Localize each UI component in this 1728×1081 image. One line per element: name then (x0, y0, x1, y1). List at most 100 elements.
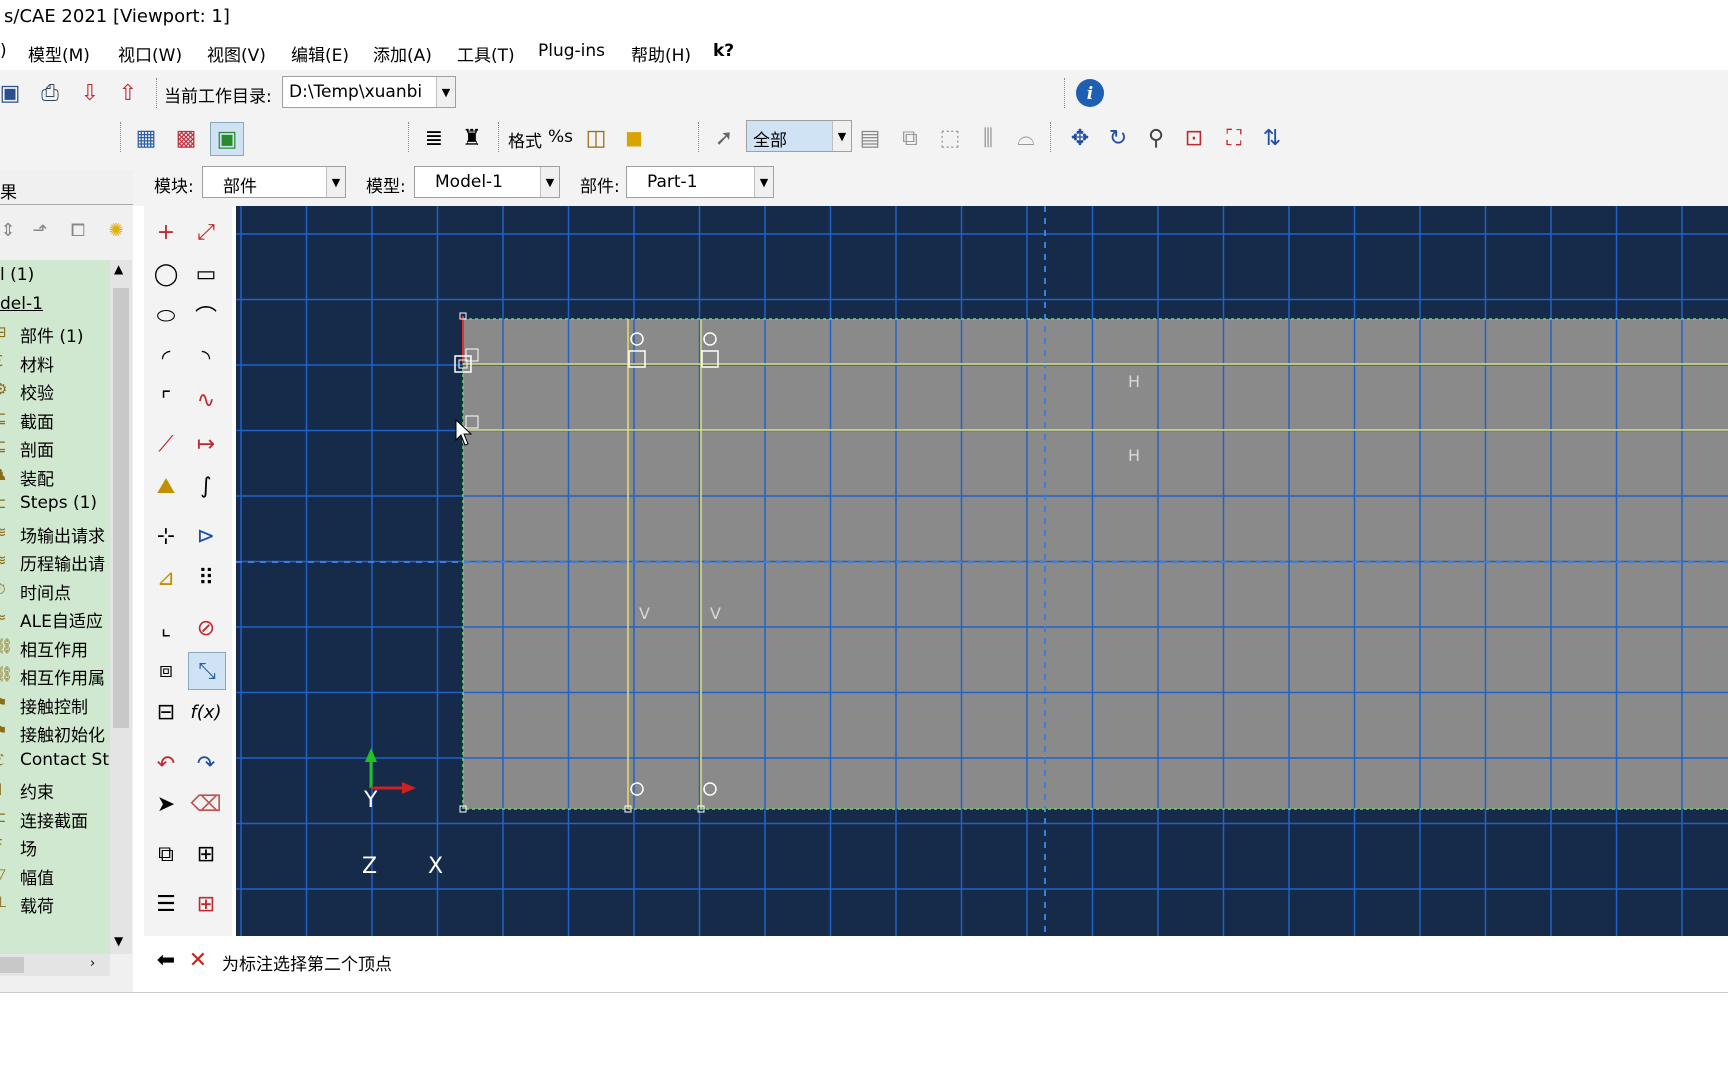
arc-tangent-icon[interactable]: ⌒ (188, 298, 224, 334)
tree-up-icon[interactable]: ⬏ (24, 214, 56, 246)
tree-item[interactable]: ⚙ 校验 (0, 376, 110, 406)
select-lasso-icon[interactable]: ⌓ (1010, 122, 1042, 154)
tree-item[interactable]: ⚑ 接触控制 (0, 690, 110, 720)
select-arrow-icon[interactable]: ➚ (708, 122, 740, 154)
dimension-icon[interactable]: ↦ (188, 426, 224, 462)
tree-item[interactable]: ≋ 场输出请求 (0, 519, 110, 549)
tree-item[interactable]: ⊥ 载荷 (0, 889, 110, 919)
tree-item[interactable]: ⊏ 连接截面 (0, 804, 110, 834)
edit-dimension-icon[interactable]: ⤡ (188, 652, 226, 690)
spline-icon[interactable]: ∿ (188, 382, 224, 418)
select-from-icon[interactable]: ▤ (854, 122, 886, 154)
select-crossing-icon[interactable]: ⫼ (972, 122, 1004, 154)
connected-lines-icon[interactable]: ⤢ (188, 214, 224, 250)
tree-item[interactable]: ⊑ 剖面 (0, 433, 110, 463)
sketch-grid[interactable] (236, 206, 1728, 936)
wireframe-icon[interactable]: ▦ (130, 122, 162, 154)
rectangle-icon[interactable]: ▭ (188, 256, 224, 292)
scroll-thumb[interactable] (0, 957, 24, 973)
pointer-icon[interactable]: ➤ (148, 786, 184, 822)
arc-center-icon[interactable]: ◜ (148, 340, 184, 376)
set-sketch-plane-icon[interactable]: ⊿ (148, 560, 184, 596)
zoom-icon[interactable]: ⚲ (1140, 122, 1172, 154)
redo-icon[interactable]: ↷ (188, 746, 224, 782)
offset-curve-icon[interactable]: ∫ (188, 468, 224, 504)
fillet-icon[interactable]: ⌜ (148, 382, 184, 418)
tree-vertical-scrollbar[interactable]: ▲ ▼ (110, 260, 132, 954)
tree-item[interactable]: ≋ 历程输出请 (0, 547, 110, 577)
parameter-function-icon[interactable]: f(x) (188, 694, 224, 730)
back-arrow-icon[interactable]: ⬅ (150, 944, 182, 976)
print-icon[interactable]: ⎙ (34, 77, 66, 109)
arc-three-point-icon[interactable]: ◝ (188, 340, 224, 376)
menu-item-plugins[interactable]: Plug-ins (538, 41, 605, 61)
hidden-line-icon[interactable]: ▩ (170, 122, 202, 154)
menu-item-view[interactable]: 视图(V) (207, 41, 266, 66)
model-combo[interactable]: Model-1 ▼ (414, 166, 560, 198)
eraser-icon[interactable]: ⌫ (188, 786, 224, 822)
shaded-icon[interactable]: ▣ (210, 122, 244, 156)
save-icon[interactable]: ▣ (0, 77, 26, 109)
tree-item[interactable]: ℭ Contact St (0, 747, 110, 777)
rotate-icon[interactable]: ↻ (1102, 122, 1134, 154)
viewport-canvas[interactable]: H H V V Y Z X (236, 206, 1728, 936)
chevron-down-icon[interactable]: ▼ (114, 934, 123, 948)
select-through-icon[interactable]: ⧉ (894, 122, 926, 154)
tree-item[interactable]: ⛓ 相互作用 (0, 633, 110, 663)
ellipse-icon[interactable]: ⬭ (148, 298, 184, 334)
grid-points-icon[interactable]: ⠿ (188, 560, 224, 596)
tree-item[interactable]: ⛓ 相互作用属 (0, 661, 110, 691)
menu-item-edit[interactable]: 编辑(E) (291, 41, 349, 66)
tree-item[interactable]: ≈ ALE自适应 (0, 604, 110, 634)
lightbulb-icon[interactable]: ✺ (100, 214, 132, 246)
tree-item[interactable]: ▽ 幅值 (0, 861, 110, 891)
open-sketch-icon[interactable]: ⧉ (148, 836, 184, 872)
menu-item-help[interactable]: 帮助(H) (631, 41, 691, 66)
box-view-icon[interactable]: ◫ (580, 122, 612, 154)
solid-box-icon[interactable]: ◼ (618, 122, 650, 154)
tree-filter-icon[interactable]: ⧠ (62, 214, 94, 246)
circle-icon[interactable]: ◯ (148, 256, 184, 292)
tree-item[interactable]: ⊏ Steps (1) (0, 490, 110, 520)
project-edges-icon[interactable]: ⛰ (148, 468, 184, 504)
tree-item[interactable]: ⏱ 时间点 (0, 576, 110, 606)
linear-pattern-icon[interactable]: ⌞ (148, 610, 184, 646)
tree-item[interactable]: ♟ 装配 (0, 462, 110, 492)
info-button[interactable]: i (1074, 77, 1106, 109)
view-manager-icon[interactable]: ≣ (418, 122, 450, 154)
menu-item-file[interactable]: ) (0, 41, 7, 61)
tree-item[interactable]: ⚑ 接触初始化 (0, 718, 110, 748)
tree-item[interactable]: ⊟ 部件 (1) (0, 319, 110, 349)
import-icon[interactable]: ⇧ (112, 77, 144, 109)
isolated-point-icon[interactable]: + (148, 214, 184, 250)
radial-pattern-icon[interactable]: ⊘ (188, 610, 224, 646)
tree-item[interactable]: F场 (0, 832, 110, 862)
selection-filter-combo[interactable]: 全部 ▼ (746, 120, 852, 152)
tree-item[interactable]: del-1 (0, 291, 110, 321)
expand-collapse-icon[interactable]: ⇕ (0, 214, 24, 246)
tree-item[interactable]: l (1) (0, 262, 110, 292)
export-icon[interactable]: ⇩ (74, 77, 106, 109)
module-combo[interactable]: 部件 ▼ (202, 166, 346, 198)
cancel-icon[interactable]: ✕ (182, 944, 214, 976)
tree-tab[interactable]: 果 (0, 178, 17, 203)
menu-item-add[interactable]: 添加(A) (373, 41, 432, 66)
sketch-grid-icon[interactable]: ⊞ (188, 886, 224, 922)
menu-item-viewport[interactable]: 视口(W) (118, 41, 182, 66)
translate-icon[interactable]: ⧈ (148, 652, 184, 688)
pan-icon[interactable]: ✥ (1064, 122, 1096, 154)
chevron-up-icon[interactable]: ▲ (114, 262, 123, 276)
undo-icon[interactable]: ↶ (148, 746, 184, 782)
tree-horizontal-scrollbar[interactable]: › (0, 954, 110, 976)
fit-view-icon[interactable]: ⛶ (1218, 122, 1250, 154)
workdir-combo[interactable]: D:\Temp\xuanbi ▼ (282, 76, 456, 108)
cycle-view-icon[interactable]: ⇅ (1256, 122, 1288, 154)
part-combo[interactable]: Part-1 ▼ (626, 166, 774, 198)
layer-icon[interactable]: ♜ (456, 122, 488, 154)
format-value[interactable]: %s (548, 127, 573, 147)
sketch-options-icon[interactable]: ☰ (148, 886, 184, 922)
zoom-box-icon[interactable]: ⊡ (1178, 122, 1210, 154)
menu-item-model[interactable]: 模型(M) (28, 41, 90, 66)
tree-item[interactable]: ℇ 材料 (0, 348, 110, 378)
scroll-thumb[interactable] (113, 288, 129, 728)
